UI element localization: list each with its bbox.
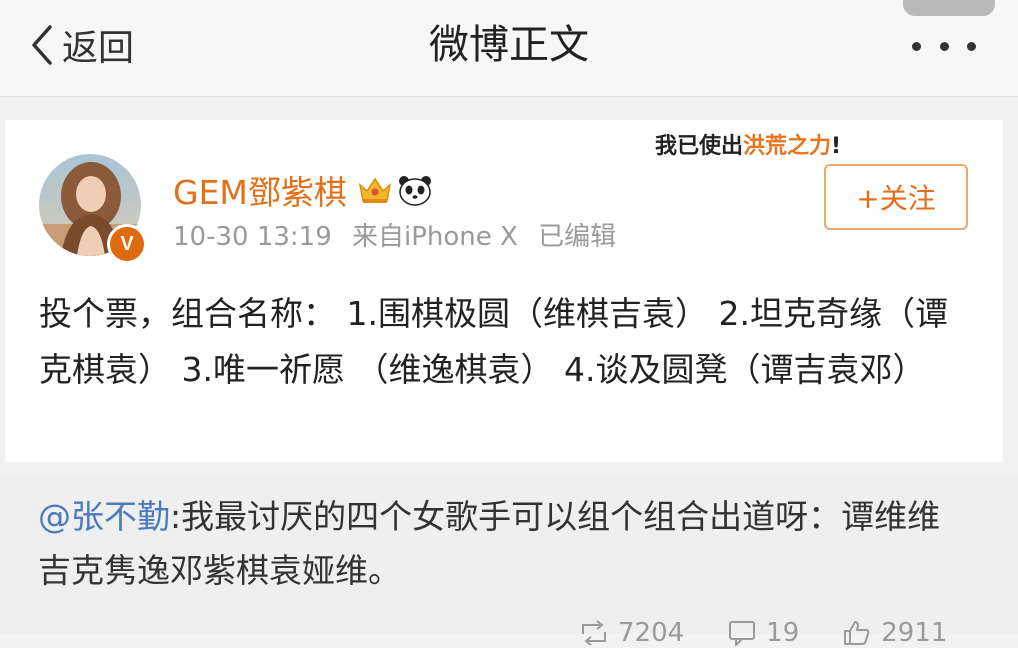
- nav-bar: 返回 微博正文: [0, 0, 1018, 97]
- comment-count: 19: [766, 618, 800, 648]
- repost-body: @张不勤:我最讨厌的四个女歌手可以组个组合出道呀：谭维维吉克隽逸邓紫棋袁娅维。: [38, 490, 968, 598]
- stats-bar: 7204 19 2911: [580, 618, 1000, 648]
- comment-stat[interactable]: 19: [728, 618, 799, 648]
- comment-icon: [729, 621, 756, 646]
- repost-text: :我最讨厌的四个女歌手可以组个组合出道呀：谭维维吉克隽逸邓紫棋袁娅维。: [38, 497, 941, 590]
- sticker-text: 我已使出洪荒之力!: [655, 134, 842, 159]
- thumbs-up-icon: [844, 621, 870, 645]
- status-indicator: [903, 0, 995, 16]
- more-dots-icon[interactable]: [912, 40, 976, 52]
- post-body: 投个票，组合名称： 1.围棋极圆（维棋吉袁） 2.坦克奇缘（谭克棋袁） 3.唯一…: [39, 294, 948, 389]
- like-count: 2911: [881, 618, 948, 648]
- page-title: 微博正文: [429, 22, 589, 68]
- post-meta: 10-30 13:19 来自iPhone X 已编辑: [173, 216, 616, 253]
- mention-link[interactable]: @张不勤: [38, 497, 170, 536]
- verified-badge: V: [107, 224, 147, 264]
- repost-block[interactable]: @张不勤:我最讨厌的四个女歌手可以组个组合出道呀：谭维维吉克隽逸邓紫棋袁娅维。 …: [0, 476, 1018, 648]
- username[interactable]: GEM鄧紫棋: [173, 166, 347, 214]
- follow-button[interactable]: +关注: [824, 164, 968, 230]
- repost-stat[interactable]: 7204: [580, 618, 684, 648]
- like-stat[interactable]: 2911: [843, 618, 947, 648]
- username-row: GEM鄧紫棋: [173, 166, 433, 214]
- post-time: 10-30 13:19: [173, 222, 332, 252]
- crown-icon: [358, 177, 392, 203]
- panda-icon: [398, 176, 431, 206]
- repost-icon: [582, 620, 606, 646]
- post-source[interactable]: 来自iPhone X: [352, 222, 518, 252]
- repost-count: 7204: [618, 618, 685, 648]
- post-card: V GEM鄧紫棋 10-30 13:19 来自iPhone X 已编辑 我已使出…: [5, 120, 1003, 462]
- edited-label[interactable]: 已编辑: [538, 222, 616, 252]
